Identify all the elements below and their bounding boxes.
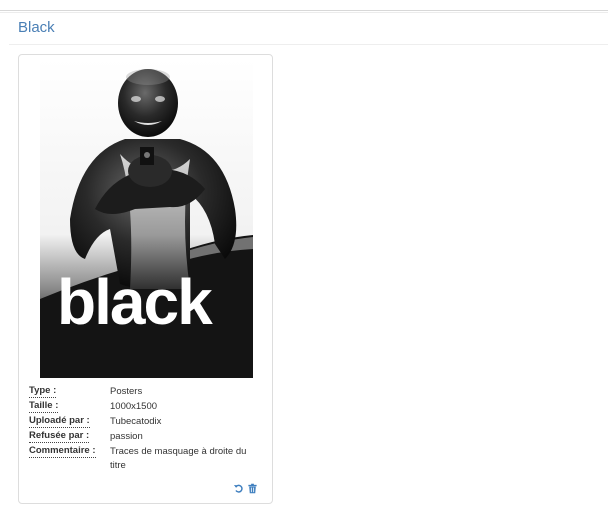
detail-uploader: Uploadé par : Tubecatodix: [29, 415, 269, 430]
detail-refused: Refusée par : passion: [29, 430, 269, 445]
detail-uploader-value: Tubecatodix: [110, 416, 162, 427]
poster-image[interactable]: black: [40, 59, 253, 378]
detail-type: Type : Posters: [29, 385, 269, 400]
detail-comment-label: Commentaire :: [29, 445, 96, 458]
details-list: Type : Posters Taille : 1000x1500 Upload…: [29, 385, 269, 475]
detail-size: Taille : 1000x1500: [29, 400, 269, 415]
detail-type-label: Type :: [29, 385, 57, 398]
card-actions: [233, 481, 258, 494]
poster-title-text: black: [57, 266, 213, 338]
detail-uploader-label: Uploadé par :: [29, 415, 90, 428]
page: Black black Type: Posters Taille: 1000…: [0, 0, 608, 528]
top-divider: [0, 10, 608, 11]
trash-icon[interactable]: [247, 481, 258, 494]
poster-card: black Type : Posters Taille : 1000x1500 …: [18, 54, 273, 504]
detail-type-value: Posters: [110, 386, 143, 397]
detail-refused-value: passion: [110, 431, 143, 442]
section-header: Black: [9, 13, 608, 45]
detail-size-label: Taille :: [29, 400, 59, 413]
poster-artwork: black: [40, 59, 253, 378]
section-title[interactable]: Black: [18, 19, 55, 37]
detail-refused-label: Refusée par :: [29, 430, 90, 443]
detail-comment: Commentaire : Traces de masquage à droit…: [29, 445, 269, 475]
detail-size-value: 1000x1500: [110, 401, 158, 412]
detail-comment-value: Traces de masquage à droite du titre: [110, 446, 247, 471]
undo-icon[interactable]: [233, 481, 244, 493]
